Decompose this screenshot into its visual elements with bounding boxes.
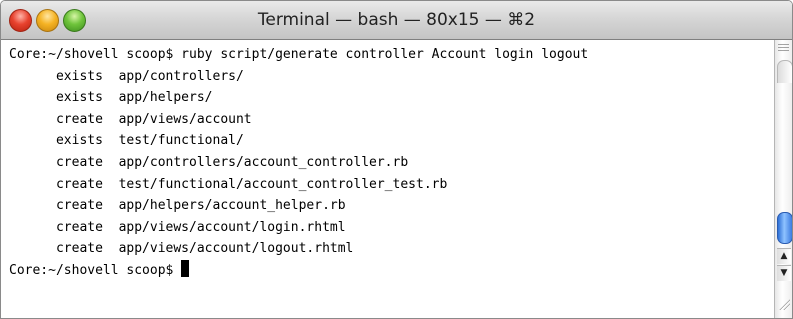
scroll-up-arrow-icon[interactable]: ▲ — [777, 248, 791, 264]
title-bar[interactable]: Terminal — bash — 80x15 — ⌘2 — [1, 1, 792, 40]
text-cursor — [181, 259, 190, 277]
terminal-line: create app/helpers/account_helper.rb — [9, 198, 346, 214]
split-pane-icon[interactable] — [778, 44, 789, 53]
terminal-line: Core:~/shovell scoop$ ruby script/genera… — [9, 47, 589, 62]
vertical-scrollbar[interactable]: ▲ ▼ — [774, 40, 792, 318]
terminal-window: Terminal — bash — 80x15 — ⌘2 Core:~/shov… — [0, 0, 793, 319]
scrollbar-thumb[interactable] — [777, 212, 792, 244]
terminal-line: create test/functional/account_controlle… — [9, 176, 448, 192]
terminal-line: exists app/helpers/ — [9, 90, 213, 106]
scroll-down-arrow-icon[interactable]: ▼ — [777, 265, 791, 281]
terminal-line: create app/controllers/account_controlle… — [9, 154, 409, 170]
terminal-line: exists test/functional/ — [9, 133, 244, 149]
terminal-line: create app/views/account/logout.rhtml — [9, 241, 354, 257]
terminal-line: exists app/controllers/ — [9, 68, 244, 84]
resize-grip-icon[interactable] — [778, 298, 790, 310]
scrollbar-track-top[interactable] — [777, 60, 792, 83]
terminal-output[interactable]: Core:~/shovell scoop$ ruby script/genera… — [1, 40, 774, 318]
prompt-line[interactable]: Core:~/shovell scoop$ — [9, 259, 774, 282]
shell-prompt: Core:~/shovell scoop$ — [9, 262, 182, 278]
terminal-line: create app/views/account — [9, 111, 252, 127]
terminal-line: create app/views/account/login.rhtml — [9, 219, 346, 235]
window-title: Terminal — bash — 80x15 — ⌘2 — [257, 10, 536, 30]
